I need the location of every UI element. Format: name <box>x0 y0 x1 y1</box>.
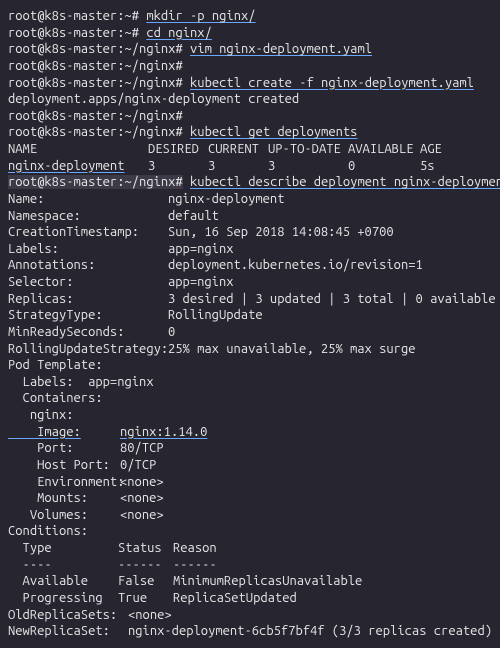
new-replicaset: NewReplicaSet:nginx-deployment-6cb5f7bf4… <box>8 623 492 640</box>
desc-minready: MinReadySeconds:0 <box>8 324 492 341</box>
create-output: deployment.apps/nginx-deployment created <box>8 91 492 108</box>
get-command: kubectl get deployments <box>190 125 357 139</box>
condition-available: AvailableFalseMinimumReplicasUnavailable <box>8 573 492 590</box>
cmd-get: root@k8s-master:~/nginx# kubectl get dep… <box>8 124 492 141</box>
vim-command: vim nginx-deployment.yaml <box>190 42 372 56</box>
cd-command: cd nginx/ <box>146 26 212 40</box>
conditions-cols: TypeStatusReason <box>8 540 492 557</box>
pod-containers: Containers: <box>8 390 492 407</box>
prompt-blank-1: root@k8s-master:~/nginx# <box>8 58 492 75</box>
pod-port: Port:80/TCP <box>8 440 492 457</box>
mkdir-command: mkdir -p nginx/ <box>146 9 255 23</box>
desc-namespace: Namespace:default <box>8 208 492 225</box>
table-header: NAMEDESIREDCURRENTUP-TO-DATEAVAILABLEAGE <box>8 141 492 158</box>
desc-annotations: Annotations:deployment.kubernetes.io/rev… <box>8 257 492 274</box>
cmd-vim: root@k8s-master:~/nginx# vim nginx-deplo… <box>8 41 492 58</box>
condition-progressing: ProgressingTrueReplicaSetUpdated <box>8 590 492 607</box>
describe-command: kubectl describe deployment nginx-deploy… <box>190 175 500 189</box>
cmd-describe: root@k8s-master:~/nginx# kubectl describ… <box>8 174 492 191</box>
desc-labels: Labels:app=nginx <box>8 241 492 258</box>
conditions-divider: ---------------- <box>8 557 492 574</box>
pod-template-header: Pod Template: <box>8 357 492 374</box>
pod-volumes: Volumes:<none> <box>8 507 492 524</box>
old-replicasets: OldReplicaSets:<none> <box>8 607 492 624</box>
pod-nginx: nginx: <box>8 407 492 424</box>
desc-strategy: StrategyType:RollingUpdate <box>8 307 492 324</box>
cmd-cd: root@k8s-master:~# cd nginx/ <box>8 25 492 42</box>
conditions-header: Conditions: <box>8 523 492 540</box>
create-command: kubectl create -f nginx-deployment.yaml <box>190 76 474 90</box>
prompt-blank-2: root@k8s-master:~/nginx# <box>8 108 492 125</box>
desc-selector: Selector:app=nginx <box>8 274 492 291</box>
cmd-create: root@k8s-master:~/nginx# kubectl create … <box>8 75 492 92</box>
desc-rollingupdate: RollingUpdateStrategy:25% max unavailabl… <box>8 341 492 358</box>
terminal-output: root@k8s-master:~# mkdir -p nginx/ root@… <box>8 8 492 640</box>
table-row: nginx-deployment33305s <box>8 158 492 175</box>
desc-name: Name:nginx-deployment <box>8 191 492 208</box>
pod-env: Environment:<none> <box>8 474 492 491</box>
pod-labels: Labels: app=nginx <box>8 374 492 391</box>
pod-mounts: Mounts:<none> <box>8 490 492 507</box>
desc-replicas: Replicas:3 desired | 3 updated | 3 total… <box>8 291 492 308</box>
pod-image: Image:nginx:1.14.0 <box>8 424 492 441</box>
cmd-mkdir: root@k8s-master:~# mkdir -p nginx/ <box>8 8 492 25</box>
desc-timestamp: CreationTimestamp:Sun, 16 Sep 2018 14:08… <box>8 224 492 241</box>
pod-hostport: Host Port:0/TCP <box>8 457 492 474</box>
